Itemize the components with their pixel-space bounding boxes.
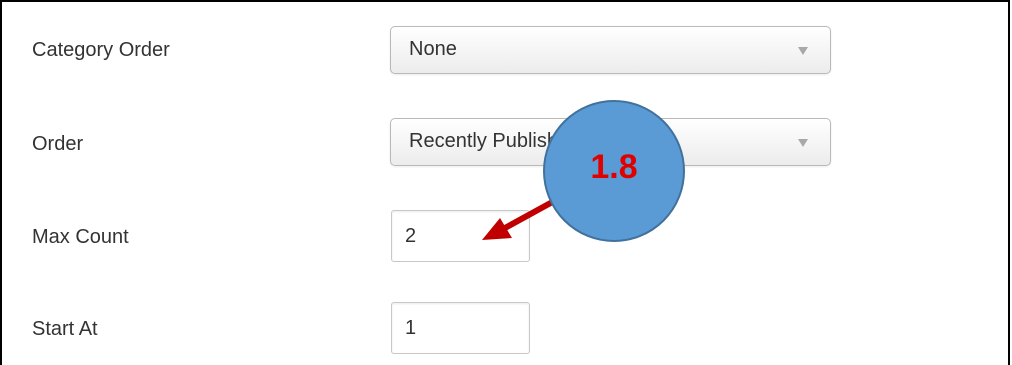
start-at-value: 1 bbox=[405, 317, 417, 339]
start-at-input[interactable]: 1 bbox=[391, 302, 530, 354]
category-order-select[interactable]: None bbox=[390, 26, 831, 74]
order-label: Order bbox=[32, 133, 84, 155]
dropdown-caret-icon bbox=[798, 139, 808, 147]
settings-panel: Category Order None Order Recently Publi… bbox=[0, 0, 1010, 365]
annotation-bubble: 1.8 bbox=[543, 100, 685, 242]
start-at-label: Start At bbox=[32, 318, 98, 340]
max-count-input[interactable]: 2 bbox=[391, 210, 530, 262]
annotation-label: 1.8 bbox=[590, 148, 638, 186]
dropdown-caret-icon bbox=[798, 47, 808, 55]
category-order-label: Category Order bbox=[32, 39, 170, 61]
category-order-value: None bbox=[409, 38, 457, 60]
max-count-value: 2 bbox=[405, 225, 417, 247]
max-count-label: Max Count bbox=[32, 226, 129, 248]
